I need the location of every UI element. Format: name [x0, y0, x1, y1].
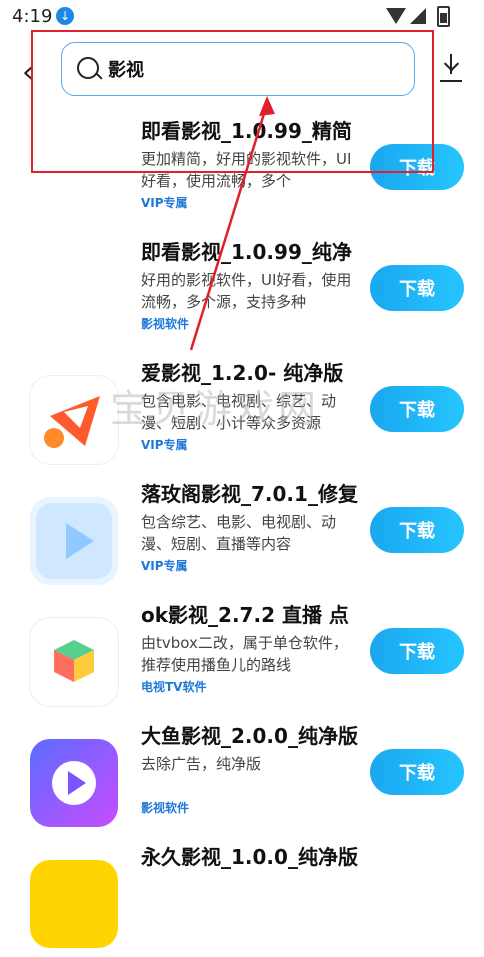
annotation-arrow-line: [189, 103, 269, 351]
app-icon: [30, 860, 118, 948]
annotation-arrow: [189, 96, 275, 351]
annotation-arrow-head: [259, 96, 275, 116]
